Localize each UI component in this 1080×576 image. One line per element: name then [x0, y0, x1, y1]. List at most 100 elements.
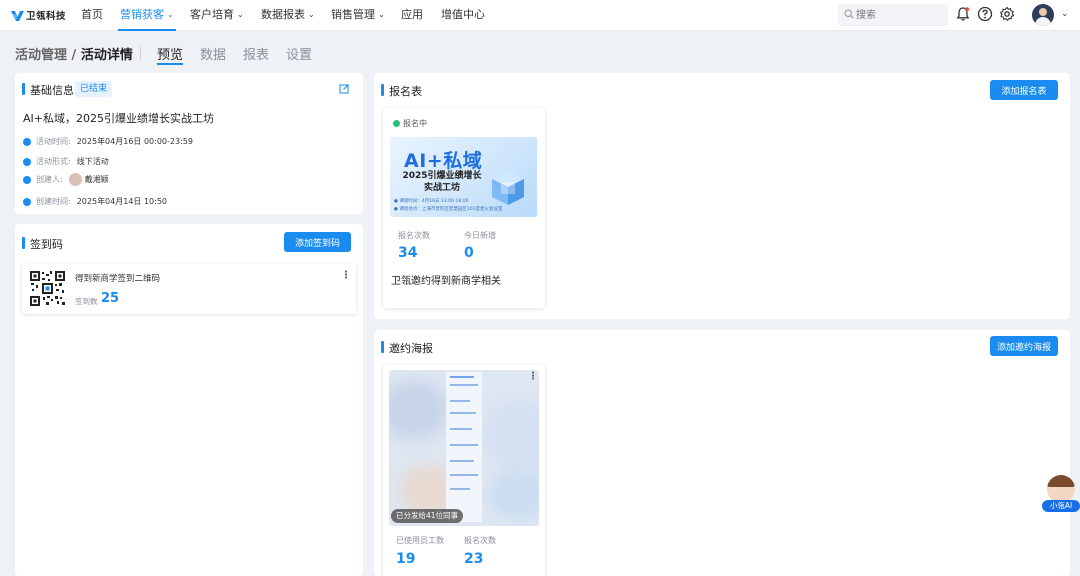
form-name: 卫瓴邀约得到新商学相关: [391, 276, 501, 287]
poster-blur: [489, 470, 539, 520]
user-icon: [23, 175, 31, 184]
more-icon[interactable]: ⋮: [341, 270, 351, 281]
nav-item-sales[interactable]: 销售管理 ⌄: [331, 0, 385, 31]
activity-name: AI+私域，2025引爆业绩增长实战工坊: [23, 112, 214, 125]
search-input[interactable]: [856, 7, 944, 23]
info-label: 活动形式:: [36, 157, 71, 166]
nav-item-label: 销售管理: [331, 8, 375, 21]
cube-illustration-icon: [492, 171, 524, 205]
section-title: 报名表: [381, 83, 422, 99]
info-value: 戴湘颖: [84, 175, 109, 184]
form-item[interactable]: 报名中 AI+私域 2025引爆业绩增长 实战工坊 ● 课程时间：4月16日 1…: [383, 108, 545, 308]
poster-item[interactable]: 已分发给41位同事 ⋮ 已使用员工数 19 报名次数 23: [383, 365, 545, 576]
breadcrumb-parent[interactable]: 活动管理 /: [15, 48, 76, 63]
info-label: 创建时间:: [36, 197, 71, 206]
info-row-created: 创建时间: 2025年04月14日 10:50: [23, 196, 167, 207]
search-icon: [844, 9, 854, 19]
logo-icon: [11, 10, 24, 21]
poster-line: [450, 384, 478, 386]
status-text: 报名中: [403, 119, 427, 128]
today-new-count: 0: [464, 245, 474, 261]
stat-label: 报名次数: [464, 536, 496, 545]
nav-item-label: 数据报表: [261, 8, 305, 21]
chevron-down-icon: ⌄: [378, 10, 385, 19]
checkin-count-label: 签到数: [75, 297, 98, 306]
info-value: 2025年04月14日 10:50: [76, 197, 168, 206]
assistant-avatar: [1047, 475, 1075, 503]
poster-line: [450, 474, 478, 476]
add-poster-button[interactable]: 添加邀约海报: [990, 336, 1058, 356]
info-row-format: 活动形式: 线下活动: [23, 156, 109, 167]
section-title: 邀约海报: [381, 340, 433, 356]
info-value: 2025年04月16日 00:00-23:59: [76, 137, 193, 146]
banner-title: AI+私域: [404, 150, 483, 172]
ai-assistant-button[interactable]: 小瓴AI: [1042, 475, 1080, 513]
info-row-creator: 创建人: 戴湘颖: [23, 173, 109, 186]
nav-item-reports[interactable]: 数据报表 ⌄: [261, 0, 315, 31]
edit-icon[interactable]: [339, 83, 350, 94]
form-banner-image: AI+私域 2025引爆业绩增长 实战工坊 ● 课程时间：4月16日 13:00…: [390, 137, 537, 217]
poster-image: 已分发给41位同事: [389, 370, 539, 526]
nav-item-value-center[interactable]: 增值中心: [441, 0, 485, 31]
banner-meta: ● 课程地点：上海市普陀区智慧园区101室星火会议室: [394, 207, 503, 212]
logo[interactable]: 卫瓴科技: [11, 8, 66, 22]
info-value: 线下活动: [76, 157, 109, 166]
help-icon[interactable]: [977, 6, 993, 22]
nav-item-label: 客户培育: [190, 8, 234, 21]
logo-text: 卫瓴科技: [26, 11, 67, 22]
nav-item-nurture[interactable]: 客户培育 ⌄: [190, 0, 244, 31]
clock-icon: [23, 197, 31, 206]
gear-icon[interactable]: [999, 6, 1015, 22]
form-icon: [23, 157, 31, 166]
more-icon[interactable]: ⋮: [528, 371, 538, 382]
bell-icon[interactable]: [955, 6, 971, 22]
tab-preview[interactable]: 预览: [157, 44, 184, 65]
chevron-down-icon: ⌄: [167, 10, 174, 19]
avatar-head: [1039, 8, 1047, 16]
assistant-label: 小瓴AI: [1042, 500, 1080, 512]
poster-blur: [484, 400, 539, 470]
breadcrumb: 活动管理 / 活动详情: [15, 44, 133, 63]
poster-line: [450, 400, 470, 402]
nav-item-marketing[interactable]: 营销获客 ⌄: [118, 0, 176, 31]
chevron-down-icon[interactable]: ⌄: [1061, 9, 1069, 19]
poster-line: [450, 488, 470, 490]
chevron-down-icon: ⌄: [237, 10, 244, 19]
tab-settings[interactable]: 设置: [286, 44, 312, 63]
stat-label: 今日新增: [464, 231, 496, 240]
nav-item-home[interactable]: 首页: [81, 0, 103, 31]
search-box[interactable]: [838, 4, 948, 26]
stat-label: 已使用员工数: [396, 536, 444, 545]
top-nav: 卫瓴科技 首页 营销获客 ⌄ 客户培育 ⌄ 数据报表 ⌄ 销售管理 ⌄ 应用 增值中心 …: [0, 0, 1080, 31]
info-label: 活动时间:: [36, 137, 71, 146]
nav-item-label: 增值中心: [441, 8, 485, 21]
live-dot-icon: [393, 120, 400, 127]
employees-used-count: 19: [396, 551, 416, 567]
banner-subtitle-line: 2025引爆业绩增长: [402, 171, 482, 181]
banner-subtitle: 2025引爆业绩增长 实战工坊: [396, 170, 488, 194]
tab-report[interactable]: 报表: [243, 44, 269, 63]
poster-line: [450, 460, 474, 462]
poster-blur: [389, 380, 449, 440]
nav-item-label: 首页: [81, 8, 103, 21]
user-avatar[interactable]: [1032, 4, 1054, 26]
add-checkin-code-button[interactable]: 添加签到码: [284, 232, 351, 252]
divider: [140, 47, 141, 59]
add-form-button[interactable]: 添加报名表: [990, 80, 1058, 100]
chevron-down-icon: ⌄: [308, 10, 315, 19]
breadcrumb-current: 活动详情: [80, 48, 133, 63]
checkin-count: 25: [101, 291, 120, 306]
banner-meta: ● 课程时间：4月16日 13:00-18:00: [394, 199, 469, 204]
qr-code-icon: [29, 270, 66, 307]
checkin-code-item[interactable]: 得到新商学签到二维码 签到数 25 ⋮: [22, 264, 356, 314]
poster-sheet: [446, 372, 482, 522]
nav-item-label: 营销获客: [120, 8, 164, 21]
nav-item-apps[interactable]: 应用: [401, 0, 423, 31]
poster-line: [450, 428, 472, 430]
signup-count: 34: [398, 245, 418, 261]
nav-item-label: 应用: [401, 8, 423, 21]
section-title: 签到码: [22, 236, 63, 252]
share-count-pill: 已分发给41位同事: [391, 509, 464, 523]
tab-data[interactable]: 数据: [200, 44, 226, 63]
checkin-code-name: 得到新商学签到二维码: [75, 274, 161, 284]
